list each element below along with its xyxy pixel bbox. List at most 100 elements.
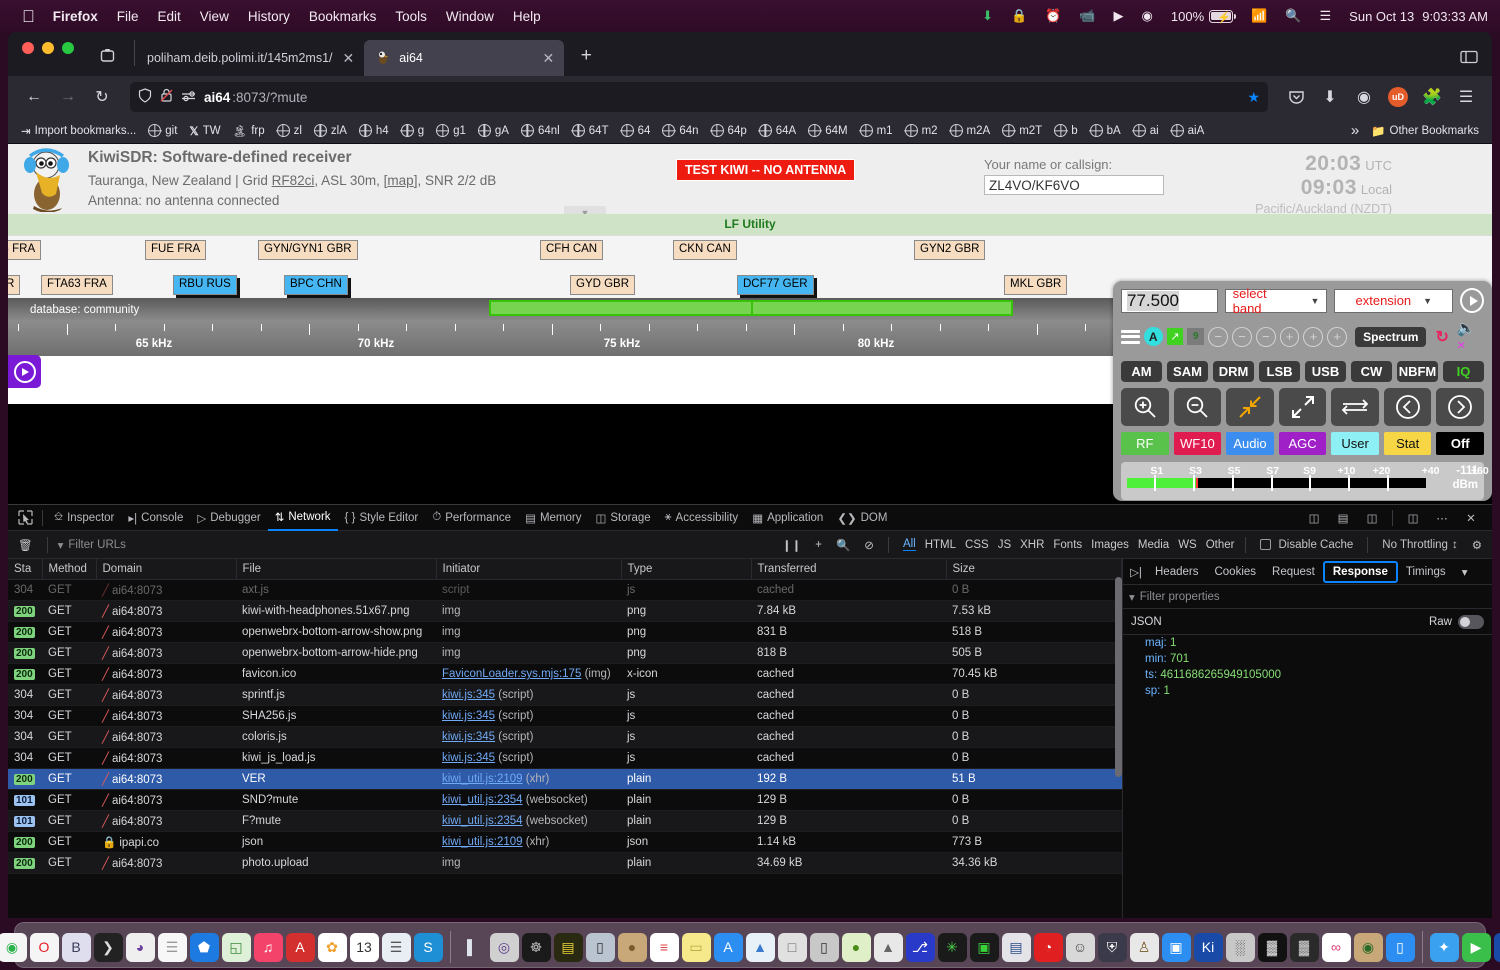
table-row[interactable]: 200 GET ╱ ai64:8073 VER kiwi_util.js:2109 (xh… bbox=[8, 768, 1122, 790]
column-size[interactable]: Size bbox=[946, 559, 1122, 580]
dock-item-terminal[interactable]: ❯ bbox=[93, 932, 123, 962]
bookmark-tw[interactable]: 𝕏 TW bbox=[184, 122, 225, 140]
map-link[interactable]: map bbox=[387, 173, 413, 188]
dock-item-brave[interactable]: B bbox=[61, 932, 91, 962]
antenna-switch-button[interactable]: A bbox=[1143, 327, 1163, 346]
menu-item-help[interactable]: Help bbox=[513, 9, 541, 24]
dock-item-plus-app[interactable]: ✦ bbox=[1429, 932, 1459, 962]
table-row[interactable]: 304 GET ╱ ai64:8073 SHA256.js kiwi.js:345 (sc… bbox=[8, 705, 1122, 727]
dock-item-ssh-app[interactable]: ☸ bbox=[521, 932, 551, 962]
bookmark-aia[interactable]: aiA bbox=[1166, 122, 1210, 139]
dock-item-contacts[interactable]: ● bbox=[617, 932, 647, 962]
station-label[interactable]: FTA63 FRA bbox=[41, 275, 113, 295]
list-all-tabs-icon[interactable] bbox=[94, 42, 120, 68]
expand-icon[interactable] bbox=[1278, 388, 1327, 426]
station-label[interactable]: CKN CAN bbox=[673, 240, 737, 260]
bookmarks-overflow-icon[interactable]: » bbox=[1346, 120, 1364, 141]
raw-toggle[interactable]: Raw bbox=[1429, 614, 1484, 629]
station-label[interactable]: GYN/GYN1 GBR bbox=[258, 240, 358, 260]
url-bar[interactable]: ai64 :8073/?mute ★ bbox=[130, 82, 1268, 112]
filter-type-css[interactable]: CSS bbox=[965, 539, 989, 551]
zoom-out-step-1[interactable]: − bbox=[1208, 326, 1229, 347]
bookmark-g1[interactable]: g1 bbox=[431, 122, 471, 139]
wifi-icon[interactable]: 📶 bbox=[1251, 8, 1267, 24]
devtools-tab-accessibility[interactable]: ⚹ Accessibility bbox=[658, 505, 746, 531]
bookmark-star-icon[interactable]: ★ bbox=[1247, 89, 1260, 106]
tag-rf[interactable]: RF bbox=[1121, 432, 1169, 455]
dock-item-pssd[interactable]: ⛨ bbox=[1097, 932, 1127, 962]
filter-type-ws[interactable]: WS bbox=[1178, 539, 1197, 551]
bookmark-zl[interactable]: zl bbox=[272, 122, 307, 139]
speaker-mute-icon[interactable]: 🔈× bbox=[1457, 319, 1484, 354]
frequency-input[interactable]: 77.500 bbox=[1121, 288, 1218, 313]
details-tab-headers[interactable]: Headers bbox=[1147, 559, 1206, 585]
menu-item-firefox[interactable]: Firefox bbox=[53, 9, 98, 24]
screenshot-icon[interactable]: 📹 bbox=[1079, 8, 1095, 24]
column-initiator[interactable]: Initiator bbox=[436, 559, 622, 580]
dock-item-chrome[interactable]: ◉ bbox=[0, 932, 27, 962]
dock-item-spectrum-app[interactable]: ▓ bbox=[1257, 932, 1287, 962]
details-tab-response[interactable]: Response bbox=[1322, 560, 1398, 583]
menu-item-edit[interactable]: Edit bbox=[158, 9, 181, 24]
dock-item-spark[interactable]: ✳ bbox=[937, 932, 967, 962]
column-status[interactable]: Sta bbox=[8, 559, 43, 580]
bookmark-64n[interactable]: 64n bbox=[657, 122, 703, 139]
search-icon[interactable]: 🔍 bbox=[832, 536, 854, 554]
disable-cache-checkbox[interactable]: Disable Cache bbox=[1256, 537, 1358, 553]
mode-drm[interactable]: DRM bbox=[1213, 361, 1254, 382]
station-label[interactable]: G FRA bbox=[8, 240, 42, 260]
station-label[interactable]: GYN2 GBR bbox=[914, 240, 986, 260]
column-type[interactable]: Type bbox=[621, 559, 752, 580]
dock-item-zoom[interactable]: ▣ bbox=[1161, 932, 1191, 962]
filter-type-js[interactable]: JS bbox=[998, 539, 1011, 551]
table-row[interactable]: 200 GET ╱ ai64:8073 openwebrx-bottom-arrow-h… bbox=[8, 642, 1122, 664]
dock-item-gimp[interactable]: ◕ bbox=[125, 932, 155, 962]
station-label[interactable]: MKL GBR bbox=[1004, 275, 1068, 295]
table-row[interactable]: 200 GET ╱ ai64:8073 photo.upload img plain 34.6… bbox=[8, 852, 1122, 874]
dock-item-reminders[interactable]: ≡ bbox=[649, 932, 679, 962]
time-machine-icon[interactable]: ⏰ bbox=[1045, 8, 1061, 24]
close-tab-icon[interactable]: ✕ bbox=[543, 50, 555, 67]
app-menu-icon[interactable]: ☰ bbox=[1450, 82, 1482, 112]
dock-item-iphone[interactable]: ▯ bbox=[809, 932, 839, 962]
station-label[interactable]: DCF77 GER bbox=[737, 275, 814, 295]
account-icon[interactable]: ◉ bbox=[1348, 82, 1380, 112]
devtools-tab-performance[interactable]: ⏱ Performance bbox=[425, 505, 518, 531]
bookmark-ga[interactable]: gA bbox=[473, 122, 514, 139]
filter-type-xhr[interactable]: XHR bbox=[1020, 539, 1044, 551]
search-icon[interactable]: 🔍 bbox=[1285, 8, 1301, 24]
column-method[interactable]: Method bbox=[42, 559, 97, 580]
filter-type-media[interactable]: Media bbox=[1138, 539, 1169, 551]
close-tab-icon[interactable]: ✕ bbox=[343, 50, 355, 67]
tag-agc[interactable]: AGC bbox=[1278, 432, 1327, 455]
select-band-dropdown[interactable]: select band ▼ bbox=[1224, 286, 1328, 316]
initiator-link[interactable]: kiwi_util.js:2109 bbox=[442, 773, 523, 785]
station-label[interactable]: RBU RUS bbox=[173, 275, 237, 295]
initiator-link[interactable]: FaviconLoader.sys.mjs:175 bbox=[442, 668, 581, 680]
dock-item-tor[interactable]: ◎ bbox=[489, 932, 519, 962]
bookmark-m2a[interactable]: m2A bbox=[945, 122, 996, 139]
dock-item-preview[interactable]: ▲ bbox=[745, 932, 775, 962]
extensions-icon[interactable]: 🧩 bbox=[1416, 82, 1448, 112]
tag-stat[interactable]: Stat bbox=[1383, 432, 1432, 455]
table-row[interactable]: 304 GET ╱ ai64:8073 kiwi_js_load.js kiwi.js:3… bbox=[8, 747, 1122, 769]
new-tab-button[interactable]: + bbox=[572, 42, 600, 70]
tag-wf10[interactable]: WF10 bbox=[1173, 432, 1222, 455]
devtools-tab-console[interactable]: ▸| Console bbox=[121, 505, 190, 531]
filter-properties-input[interactable]: ▾ Filter properties bbox=[1123, 585, 1492, 609]
shield-icon[interactable] bbox=[138, 88, 152, 106]
element-picker-icon[interactable] bbox=[12, 505, 38, 531]
filter-type-images[interactable]: Images bbox=[1091, 539, 1129, 551]
gear-icon[interactable]: ⚙ bbox=[1468, 536, 1486, 554]
tag-user[interactable]: User bbox=[1331, 432, 1379, 455]
station-label[interactable]: R bbox=[8, 275, 21, 295]
dock-item-vm[interactable]: ▤ bbox=[1001, 932, 1031, 962]
downloads-icon[interactable]: ⬇ bbox=[1314, 82, 1346, 112]
panel-toggle-icon[interactable]: ▷| bbox=[1125, 559, 1147, 585]
green-arrow-badge[interactable]: ↗ bbox=[1166, 328, 1184, 345]
initiator-link[interactable]: kiwi.js:345 bbox=[442, 752, 495, 764]
hamburger-icon[interactable] bbox=[1121, 329, 1140, 344]
initiator-link[interactable]: kiwi_util.js:2354 bbox=[442, 794, 523, 806]
initiator-link[interactable]: kiwi_util.js:2354 bbox=[442, 815, 523, 827]
dock-item-ki-app-1[interactable]: Ki bbox=[1193, 932, 1223, 962]
